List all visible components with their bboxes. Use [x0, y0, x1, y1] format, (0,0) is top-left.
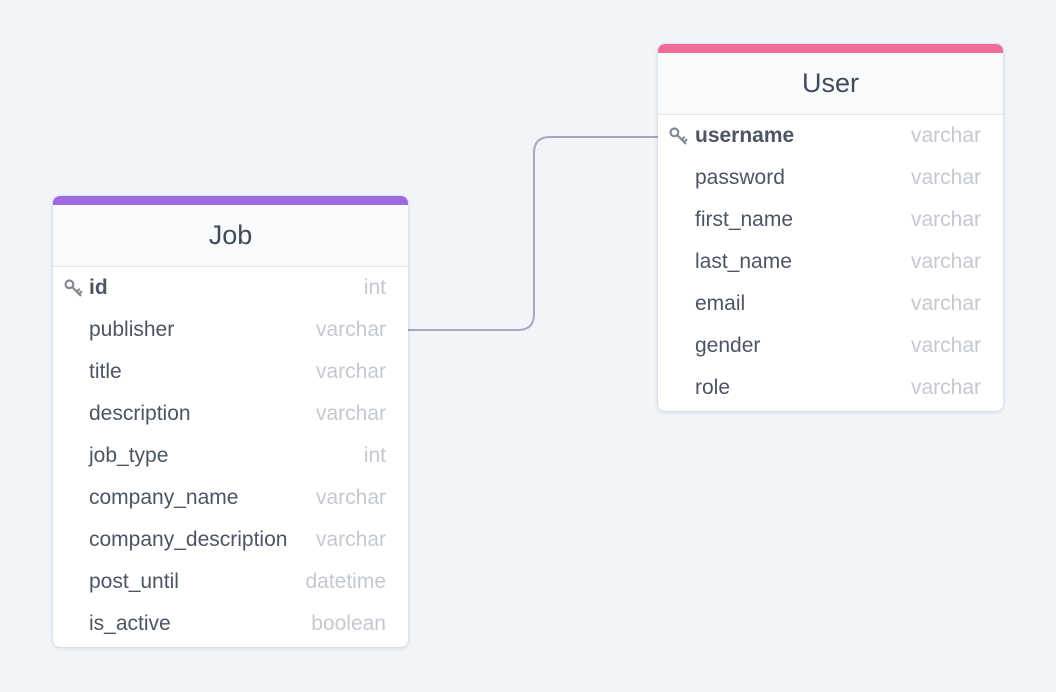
column-row-gender[interactable]: gender varchar [658, 325, 1003, 367]
column-name: is_active [89, 612, 171, 635]
column-row-email[interactable]: email varchar [658, 283, 1003, 325]
column-name: post_until [89, 570, 179, 593]
table-job[interactable]: Job id int publisher varchar title varch… [53, 196, 408, 647]
column-name: id [89, 276, 108, 299]
column-row-first-name[interactable]: first_name varchar [658, 199, 1003, 241]
column-name: last_name [695, 250, 792, 273]
column-row-company-name[interactable]: company_name varchar [53, 477, 408, 519]
table-user[interactable]: User username varchar password varchar f… [658, 44, 1003, 411]
table-user-accent [658, 44, 1003, 53]
column-type: varchar [315, 486, 386, 509]
column-type: varchar [315, 402, 386, 425]
key-icon [669, 127, 688, 145]
column-name: company_name [89, 486, 239, 509]
table-user-title: User [801, 68, 859, 98]
column-name: email [695, 292, 746, 315]
column-type: int [363, 444, 386, 467]
column-type: varchar [910, 334, 981, 357]
table-job-title: Job [208, 220, 253, 250]
relation-publisher-username[interactable] [408, 136, 658, 331]
column-name: title [89, 360, 122, 383]
column-type: datetime [305, 570, 386, 593]
column-row-publisher[interactable]: publisher varchar [53, 309, 408, 351]
column-name: gender [695, 334, 761, 357]
column-type: varchar [910, 376, 981, 399]
key-icon [64, 279, 83, 297]
column-row-username[interactable]: username varchar [658, 115, 1003, 157]
column-type: int [363, 276, 386, 299]
column-row-is-active[interactable]: is_active boolean [53, 603, 408, 645]
column-name: first_name [695, 208, 794, 231]
column-type: varchar [910, 250, 981, 273]
column-type: varchar [910, 208, 981, 231]
column-row-job-type[interactable]: job_type int [53, 435, 408, 477]
column-name: description [89, 402, 191, 425]
column-type: varchar [315, 528, 386, 551]
column-type: varchar [315, 360, 386, 383]
column-row-id[interactable]: id int [53, 267, 408, 309]
column-type: varchar [910, 292, 981, 315]
column-row-password[interactable]: password varchar [658, 157, 1003, 199]
column-type: varchar [910, 124, 981, 147]
table-job-accent [53, 196, 408, 205]
column-row-last-name[interactable]: last_name varchar [658, 241, 1003, 283]
column-name: job_type [89, 444, 169, 467]
diagram-canvas[interactable]: Job id int publisher varchar title varch… [0, 0, 1056, 692]
column-row-company-description[interactable]: company_description varchar [53, 519, 408, 561]
table-job-header[interactable]: Job [53, 205, 408, 267]
column-name: publisher [89, 318, 175, 341]
column-type: boolean [311, 612, 386, 635]
column-type: varchar [315, 318, 386, 341]
column-row-title[interactable]: title varchar [53, 351, 408, 393]
column-type: varchar [910, 166, 981, 189]
column-row-description[interactable]: description varchar [53, 393, 408, 435]
table-user-header[interactable]: User [658, 53, 1003, 115]
column-name: username [695, 124, 795, 147]
column-row-post-until[interactable]: post_until datetime [53, 561, 408, 603]
column-name: role [695, 376, 731, 399]
column-name: password [695, 166, 785, 189]
column-name: company_description [89, 528, 288, 551]
column-row-role[interactable]: role varchar [658, 367, 1003, 409]
